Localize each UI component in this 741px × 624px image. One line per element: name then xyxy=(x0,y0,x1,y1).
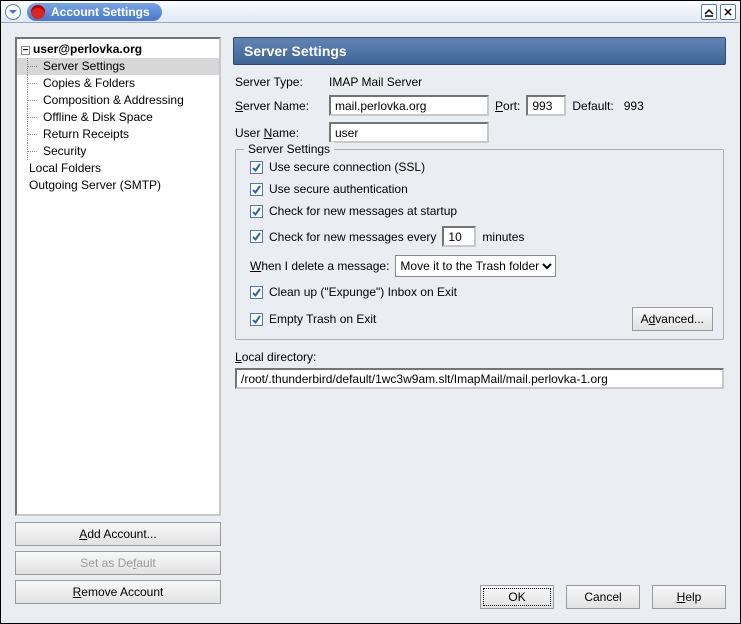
delete-action-label: When I delete a message: xyxy=(250,259,389,273)
tree-account-label: user@perlovka.org xyxy=(33,42,142,56)
redhat-icon xyxy=(31,5,45,19)
tree-item-offline[interactable]: Offline & Disk Space xyxy=(17,109,219,126)
check-every-input[interactable] xyxy=(442,226,476,247)
content-area: −user@perlovka.org Server Settings Copie… xyxy=(1,23,740,623)
delete-action-select[interactable]: Move it to the Trash folder xyxy=(395,255,556,277)
tree-item-return-receipts[interactable]: Return Receipts xyxy=(17,126,219,143)
window-title-text: Account Settings xyxy=(51,5,150,19)
ssl-checkbox[interactable] xyxy=(250,161,263,174)
tree-item-composition[interactable]: Composition & Addressing xyxy=(17,92,219,109)
user-name-input[interactable] xyxy=(329,122,489,143)
tree-item-outgoing-smtp[interactable]: Outgoing Server (SMTP) xyxy=(17,177,219,194)
tree-item-local-folders[interactable]: Local Folders xyxy=(17,160,219,177)
check-every-label-post: minutes xyxy=(482,230,524,244)
server-type-value: IMAP Mail Server xyxy=(329,75,422,89)
sidebar-buttons: Add Account... Set as Default Remove Acc… xyxy=(15,522,221,609)
advanced-button[interactable]: Advanced... xyxy=(632,307,713,331)
cancel-button[interactable]: Cancel xyxy=(566,585,640,609)
ssl-label: Use secure connection (SSL) xyxy=(269,160,425,174)
sidebar: −user@perlovka.org Server Settings Copie… xyxy=(15,37,221,609)
server-settings-legend: Server Settings xyxy=(244,142,334,156)
secure-auth-label: Use secure authentication xyxy=(269,182,408,196)
server-type-label: Server Type: xyxy=(235,75,323,89)
tree-item-server-settings[interactable]: Server Settings xyxy=(17,58,219,75)
account-tree[interactable]: −user@perlovka.org Server Settings Copie… xyxy=(15,37,221,516)
tree-item-copies-folders[interactable]: Copies & Folders xyxy=(17,75,219,92)
remove-account-button[interactable]: Remove Account xyxy=(15,580,221,604)
empty-trash-label: Empty Trash on Exit xyxy=(269,312,376,326)
check-every-label-pre: Check for new messages every xyxy=(269,230,436,244)
add-account-button[interactable]: Add Account... xyxy=(15,522,221,546)
titlebar: Account Settings xyxy=(1,1,740,23)
ok-button[interactable]: OK xyxy=(480,585,554,609)
check-startup-checkbox[interactable] xyxy=(250,205,263,218)
window-menu-icon[interactable] xyxy=(5,4,21,20)
expunge-label: Clean up ("Expunge") Inbox on Exit xyxy=(269,285,457,299)
tree-account-root[interactable]: −user@perlovka.org xyxy=(17,41,219,58)
form-area: Server Type: IMAP Mail Server Server Nam… xyxy=(233,65,726,389)
collapse-icon[interactable]: − xyxy=(21,46,30,55)
default-port-value: 993 xyxy=(624,99,644,113)
panel-title: Server Settings xyxy=(233,37,726,65)
local-directory-label: Local directory: xyxy=(235,350,724,364)
expunge-checkbox[interactable] xyxy=(250,286,263,299)
port-label: Port: xyxy=(495,99,520,113)
user-name-label: User Name: xyxy=(235,126,323,140)
server-name-input[interactable] xyxy=(329,95,489,116)
account-settings-window: Account Settings −user@perlovka.org Serv… xyxy=(0,0,741,624)
server-settings-group: Server Settings Use secure connection (S… xyxy=(235,149,724,340)
check-startup-label: Check for new messages at startup xyxy=(269,204,457,218)
set-default-button[interactable]: Set as Default xyxy=(15,551,221,575)
window-title: Account Settings xyxy=(27,3,162,21)
empty-trash-checkbox[interactable] xyxy=(250,313,263,326)
main-panel: Server Settings Server Type: IMAP Mail S… xyxy=(233,37,726,609)
tree-item-security[interactable]: Security xyxy=(17,143,219,160)
close-button[interactable] xyxy=(720,4,736,20)
default-port-label: Default: xyxy=(572,99,613,113)
server-name-label: Server Name: xyxy=(235,99,323,113)
help-button[interactable]: Help xyxy=(652,585,726,609)
check-every-checkbox[interactable] xyxy=(250,230,263,243)
local-directory-input[interactable] xyxy=(235,368,724,389)
port-input[interactable] xyxy=(526,95,566,116)
minimize-button[interactable] xyxy=(701,4,717,20)
secure-auth-checkbox[interactable] xyxy=(250,183,263,196)
dialog-buttons: OK Cancel Help xyxy=(233,575,726,609)
